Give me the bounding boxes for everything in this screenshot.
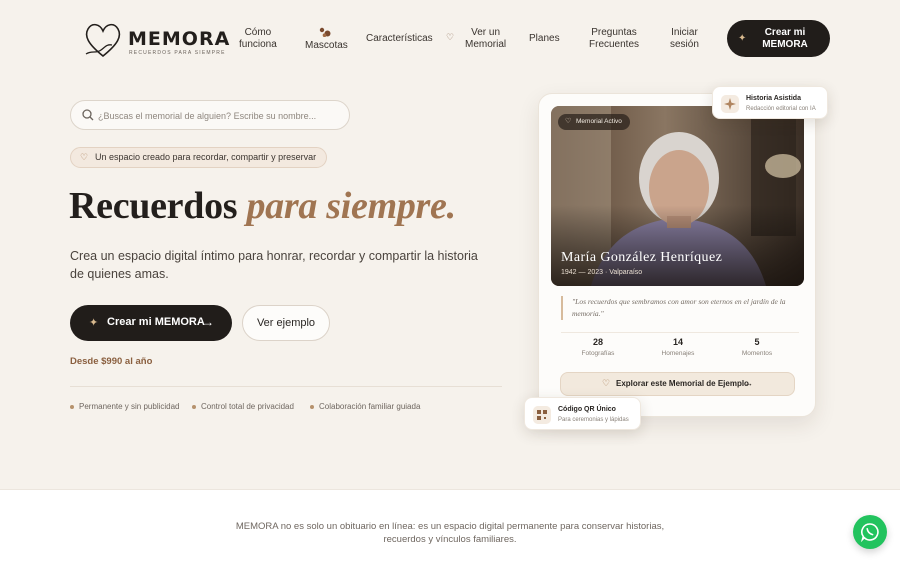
badge-label: Memorial Activo bbox=[576, 118, 622, 125]
nav-create-memora-button[interactable]: ✦ Crear mi MEMORA bbox=[727, 20, 830, 57]
stat-label: Fotografías bbox=[581, 350, 615, 357]
create-memora-button[interactable]: ✦ Crear mi MEMORA → bbox=[70, 305, 232, 341]
memorial-quote: "Los recuerdos que sembramos con amor so… bbox=[561, 296, 789, 320]
heart-icon: ♡ bbox=[602, 378, 611, 388]
nav-link-iniciar-sesion[interactable]: Iniciar sesión bbox=[670, 27, 699, 51]
explore-label: Explorar este Memorial de Ejemplo bbox=[616, 379, 749, 388]
search-input[interactable] bbox=[98, 107, 338, 124]
hero-tagline-pill: ♡ Un espacio creado para recordar, compa… bbox=[70, 147, 328, 168]
whatsapp-chat-button[interactable] bbox=[853, 515, 887, 549]
stat-value: 14 bbox=[672, 337, 683, 347]
bullet-dot bbox=[70, 404, 74, 409]
price-note: Desde $990 al año bbox=[70, 356, 153, 367]
arrow-right-icon: → bbox=[744, 378, 753, 388]
paw-icon bbox=[319, 27, 331, 37]
nav-link-preguntas-frecuentes[interactable]: Preguntas Frecuentes bbox=[589, 27, 639, 51]
qr-code-card: Código QR Único Para ceremonias y lápida… bbox=[524, 397, 641, 430]
feature-label: Colaboración familiar guiada bbox=[319, 402, 421, 411]
feature-label: Control total de privacidad bbox=[201, 402, 294, 411]
divider bbox=[70, 386, 502, 387]
nav-cta-label: Crear mi MEMORA bbox=[762, 27, 808, 50]
memorial-person-name: María González Henríquez bbox=[561, 250, 723, 265]
brand-tagline: RECUERDOS PARA SIEMPRE bbox=[129, 50, 226, 56]
intro-text: MEMORA no es solo un obituario en línea:… bbox=[235, 521, 665, 545]
memorial-search[interactable] bbox=[70, 100, 350, 130]
headline-accent: para siempre. bbox=[246, 185, 456, 227]
sparkle-icon: ✦ bbox=[738, 33, 747, 44]
stat-label: Momentos bbox=[741, 350, 773, 357]
assisted-story-card: Historia Asistida Redacción editorial co… bbox=[712, 86, 828, 119]
arrow-right-icon: → bbox=[202, 315, 214, 329]
brand-logo[interactable]: MEMORA RECUERDOS PARA SIEMPRE bbox=[82, 20, 229, 60]
nav-link-caracteristicas[interactable]: Características bbox=[366, 33, 433, 45]
sparkle-icon: ✦ bbox=[89, 317, 99, 329]
heart-icon: ♡ bbox=[565, 118, 572, 125]
nav-link-ver-memorial[interactable]: Ver un Memorial bbox=[465, 27, 506, 51]
float-title: Historia Asistida bbox=[746, 95, 801, 102]
stat-fotografias: 28 Fotografías bbox=[558, 337, 638, 357]
memorial-person-dates: 1942 — 2023 · Valparaíso bbox=[561, 269, 643, 276]
nav-link-mascotas[interactable]: Mascotas bbox=[305, 40, 348, 52]
float-subtitle: Redacción editorial con IA bbox=[746, 106, 816, 112]
headline-plain: Recuerdos bbox=[69, 185, 247, 227]
nav-link-planes[interactable]: Planes bbox=[529, 33, 560, 45]
bullet-dot bbox=[192, 404, 196, 409]
create-memora-label: Crear mi MEMORA bbox=[107, 316, 205, 328]
bullet-dot bbox=[310, 404, 314, 409]
feature-item: Control total de privacidad bbox=[192, 402, 294, 411]
stat-label: Homenajes bbox=[661, 350, 695, 357]
hero-lead: Crea un espacio digital íntimo para honr… bbox=[70, 249, 478, 281]
feature-item: Colaboración familiar guiada bbox=[310, 402, 420, 411]
stat-value: 28 bbox=[592, 337, 603, 347]
stat-homenajes: 14 Homenajes bbox=[638, 337, 718, 357]
explore-memorial-button[interactable]: ♡ Explorar este Memorial de Ejemplo → bbox=[560, 372, 795, 396]
heart-icon: ♡ bbox=[446, 32, 455, 42]
top-nav: MEMORA RECUERDOS PARA SIEMPRE Cómo funci… bbox=[0, 0, 900, 78]
view-example-button[interactable]: Ver ejemplo bbox=[242, 305, 330, 341]
pill-text: Un espacio creado para recordar, compart… bbox=[95, 152, 317, 162]
hero-headline: Recuerdos para siempre. bbox=[69, 184, 456, 228]
feature-label: Permanente y sin publicidad bbox=[79, 402, 180, 411]
stat-momentos: 5 Momentos bbox=[717, 337, 797, 357]
float-title: Código QR Único bbox=[558, 406, 616, 413]
qr-code-icon bbox=[533, 406, 551, 424]
sparkle-icon bbox=[721, 95, 739, 113]
divider bbox=[561, 332, 799, 333]
brand-name: MEMORA bbox=[128, 28, 231, 50]
heart-icon: ♡ bbox=[80, 152, 89, 162]
feature-item: Permanente y sin publicidad bbox=[70, 402, 180, 411]
search-icon bbox=[82, 109, 94, 121]
heart-logo-icon bbox=[85, 23, 121, 58]
nav-link-como-funciona[interactable]: Cómo funciona bbox=[239, 27, 277, 51]
float-subtitle: Para ceremonias y lápidas bbox=[558, 417, 629, 423]
stat-value: 5 bbox=[754, 337, 760, 347]
memorial-active-badge: ♡ Memorial Activo bbox=[558, 114, 630, 130]
whatsapp-icon bbox=[860, 523, 879, 542]
